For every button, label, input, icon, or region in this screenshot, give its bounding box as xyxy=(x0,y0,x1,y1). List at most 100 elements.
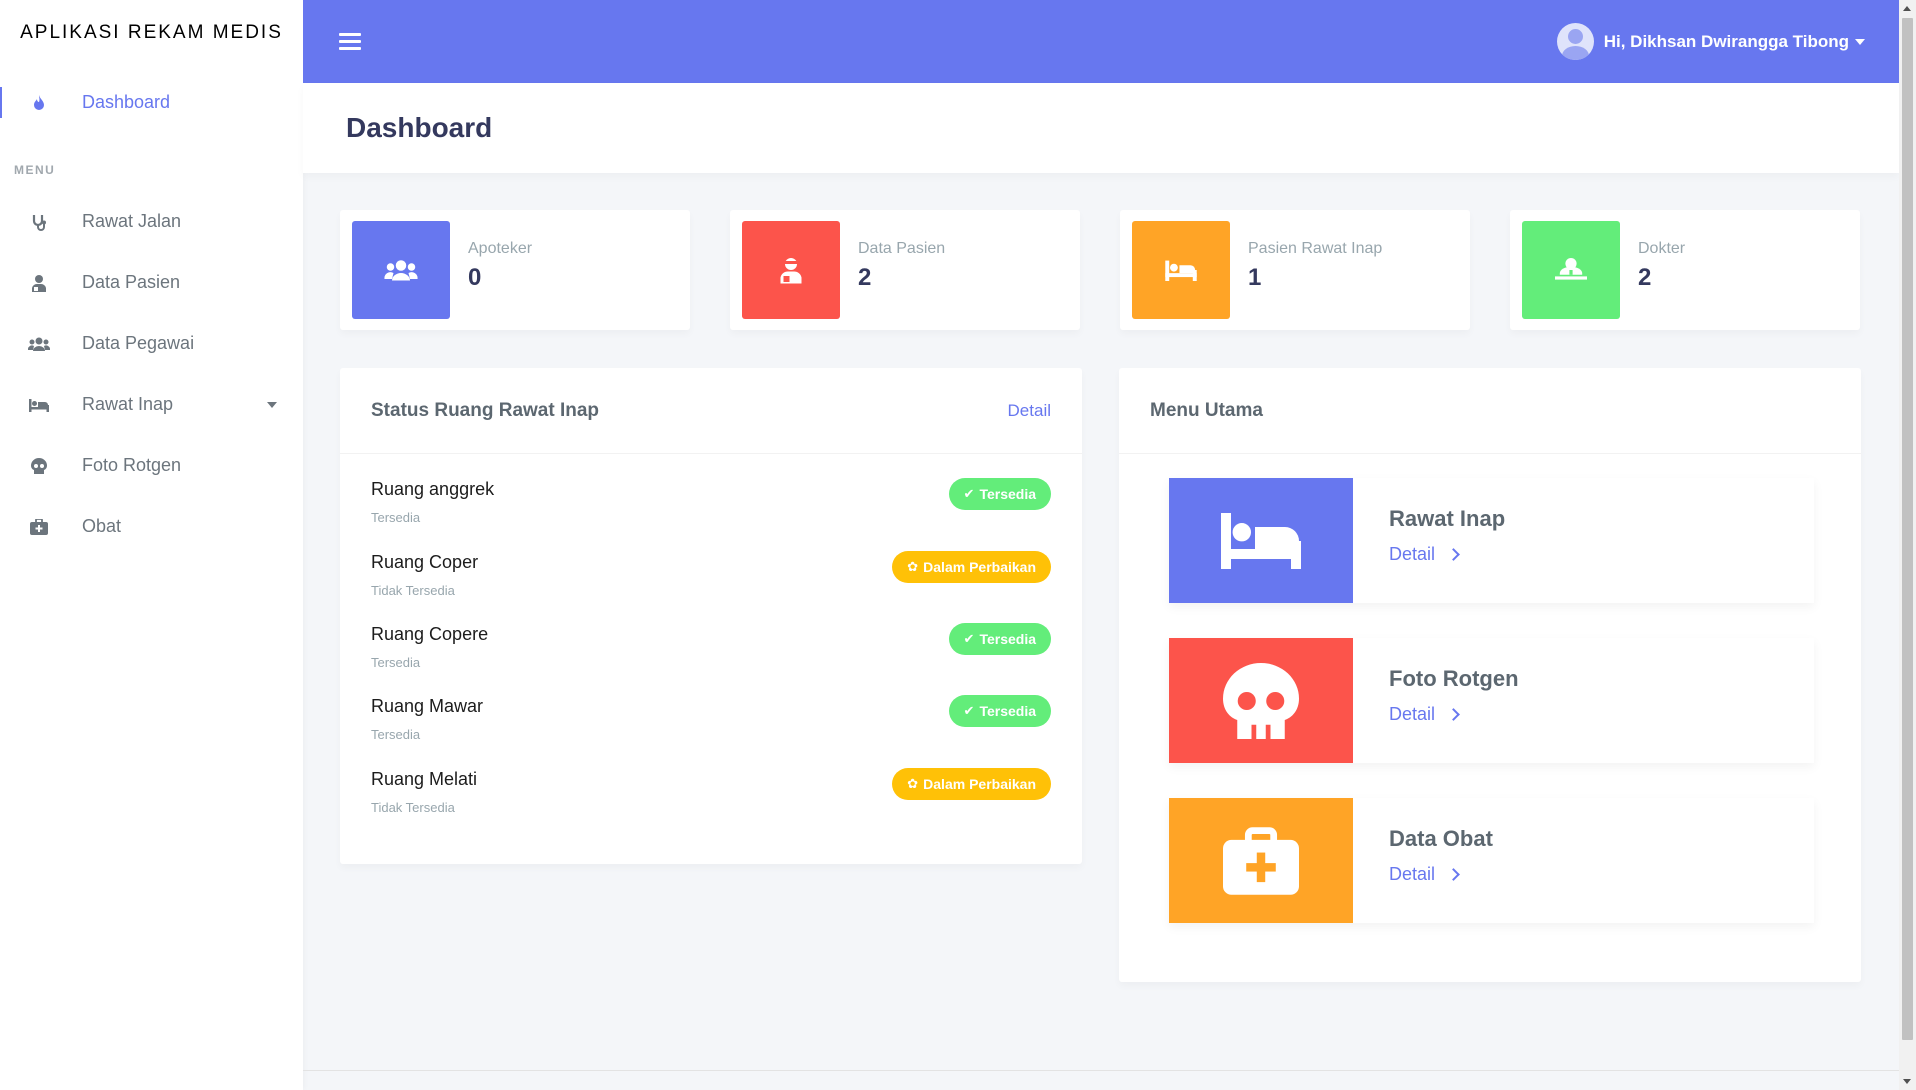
check-icon: ✔ xyxy=(963,486,975,501)
chevron-down-icon xyxy=(267,402,277,408)
gear-icon: ✿ xyxy=(907,776,919,791)
tile-detail-link[interactable]: Detail xyxy=(1389,864,1460,885)
page-title: Dashboard xyxy=(346,112,493,143)
status-badge: ✔ Tersedia xyxy=(948,695,1051,727)
stat-label: Pasien Rawat Inap xyxy=(1248,240,1383,257)
users-icon xyxy=(352,221,450,319)
stat-card-apoteker: Apoteker 0 xyxy=(340,210,690,330)
bed-icon xyxy=(1132,221,1230,319)
sidebar-item-label: Dashboard xyxy=(82,92,171,112)
status-badge: ✔ Tersedia xyxy=(948,478,1051,510)
caret-down-icon xyxy=(1855,38,1865,45)
bed-icon xyxy=(28,394,50,416)
sidebar-item-label: Data Pasien xyxy=(82,272,181,292)
sidebar-item-obat[interactable]: Obat xyxy=(0,496,303,557)
room-status-text: Tersedia xyxy=(371,655,421,670)
card-title: Menu Utama xyxy=(1150,399,1263,421)
scroll-up-icon[interactable] xyxy=(1903,6,1911,11)
sidebar-item-label: Data Pegawai xyxy=(82,333,195,353)
tile-title: Foto Rotgen xyxy=(1389,666,1519,691)
sidebar: APLIKASI REKAM MEDIS Dashboard MENU Rawa… xyxy=(0,0,303,1090)
user-injured-icon xyxy=(28,272,50,294)
sidebar-item-rawat-inap[interactable]: Rawat Inap xyxy=(0,374,303,435)
stat-value: 1 xyxy=(1248,264,1262,291)
section-header: Dashboard xyxy=(303,83,1899,173)
status-badge: ✿ Dalam Perbaikan xyxy=(892,551,1051,583)
tile-title: Data Obat xyxy=(1389,826,1493,851)
gear-icon: ✿ xyxy=(907,559,919,574)
stat-card-dokter: Dokter 2 xyxy=(1510,210,1860,330)
user-injured-icon xyxy=(742,221,840,319)
sidebar-item-label: Rawat Jalan xyxy=(82,211,182,231)
check-icon: ✔ xyxy=(963,631,975,646)
stat-value: 2 xyxy=(1638,264,1652,291)
brand-title[interactable]: APLIKASI REKAM MEDIS xyxy=(0,0,303,66)
room-name: Ruang anggrek xyxy=(371,479,495,499)
sidebar-item-data-pegawai[interactable]: Data Pegawai xyxy=(0,313,303,374)
main-menu-card: Menu Utama Rawat Inap Detail Foto Rotgen… xyxy=(1119,368,1861,982)
scrollbar-thumb[interactable] xyxy=(1902,18,1913,1040)
sidebar-item-dashboard[interactable]: Dashboard xyxy=(0,72,303,133)
user-dropdown[interactable]: Hi, Dikhsan Dwirangga Tibong xyxy=(1556,23,1865,60)
sidebar-item-label: Obat xyxy=(82,516,122,536)
menu-tile-foto-rotgen[interactable]: Foto Rotgen Detail xyxy=(1169,638,1814,763)
footer-divider xyxy=(303,1070,1899,1071)
room-status-text: Tidak Tersedia xyxy=(371,583,455,598)
tile-detail-link[interactable]: Detail xyxy=(1389,704,1460,725)
scroll-down-icon[interactable] xyxy=(1903,1079,1911,1084)
users-icon xyxy=(28,333,50,355)
card-header: Menu Utama xyxy=(1119,368,1861,454)
room-name: Ruang Mawar xyxy=(371,696,484,716)
top-navbar: Hi, Dikhsan Dwirangga Tibong xyxy=(303,0,1899,83)
skull-icon xyxy=(28,455,50,477)
stat-label: Apoteker xyxy=(468,240,533,257)
room-name: Ruang Copere xyxy=(371,624,489,644)
chevron-right-icon xyxy=(1447,708,1460,721)
room-name: Ruang Melati xyxy=(371,769,478,789)
medkit-icon xyxy=(28,516,50,538)
stat-card-data-pasien: Data Pasien 2 xyxy=(730,210,1080,330)
stat-label: Data Pasien xyxy=(858,240,946,257)
list-item: Ruang Copere Tersedia ✔ Tersedia xyxy=(371,623,1051,684)
user-md-icon xyxy=(1522,221,1620,319)
check-icon: ✔ xyxy=(963,703,975,718)
sidebar-item-foto-rotgen[interactable]: Foto Rotgen xyxy=(0,435,303,496)
tile-detail-link[interactable]: Detail xyxy=(1389,544,1460,565)
tile-title: Rawat Inap xyxy=(1389,506,1506,531)
card-title: Status Ruang Rawat Inap xyxy=(371,399,600,421)
chevron-right-icon xyxy=(1447,868,1460,881)
sidebar-item-label: Foto Rotgen xyxy=(82,455,182,475)
sidebar-item-label: Rawat Inap xyxy=(82,394,174,414)
status-badge: ✿ Dalam Perbaikan xyxy=(892,768,1051,800)
stat-label: Dokter xyxy=(1638,240,1686,257)
sidebar-item-rawat-jalan[interactable]: Rawat Jalan xyxy=(0,191,303,252)
stat-value: 0 xyxy=(468,264,482,291)
card-header: Status Ruang Rawat Inap Detail xyxy=(340,368,1082,454)
detail-link[interactable]: Detail xyxy=(1008,401,1051,421)
list-item: Ruang Coper Tidak Tersedia ✿ Dalam Perbai… xyxy=(371,551,1051,612)
list-item: Ruang Melati Tidak Tersedia ✿ Dalam Perba… xyxy=(371,768,1051,829)
list-item: Ruang Mawar Tersedia ✔ Tersedia xyxy=(371,695,1051,756)
bed-icon xyxy=(1169,478,1353,603)
sidebar-item-data-pasien[interactable]: Data Pasien xyxy=(0,252,303,313)
menu-tile-rawat-inap[interactable]: Rawat Inap Detail xyxy=(1169,478,1814,603)
fire-icon xyxy=(28,92,50,114)
medkit-icon xyxy=(1169,798,1353,923)
stat-value: 2 xyxy=(858,264,872,291)
room-status-text: Tersedia xyxy=(371,727,421,742)
room-status-card: Status Ruang Rawat Inap Detail Ruang ang… xyxy=(340,368,1082,864)
avatar xyxy=(1556,23,1594,60)
hamburger-menu-icon[interactable] xyxy=(339,33,361,50)
room-name: Ruang Coper xyxy=(371,552,479,572)
stat-card-pasien-rawat-inap: Pasien Rawat Inap 1 xyxy=(1120,210,1470,330)
status-badge: ✔ Tersedia xyxy=(948,623,1051,655)
menu-tile-data-obat[interactable]: Data Obat Detail xyxy=(1169,798,1814,923)
menu-header: MENU xyxy=(14,163,56,177)
scrollbar[interactable] xyxy=(1899,0,1916,1090)
list-item: Ruang anggrek Tersedia ✔ Tersedia xyxy=(371,478,1051,539)
skull-icon xyxy=(1169,638,1353,763)
room-status-text: Tersedia xyxy=(371,510,421,525)
stethoscope-icon xyxy=(28,211,50,233)
room-status-text: Tidak Tersedia xyxy=(371,800,455,815)
chevron-right-icon xyxy=(1447,548,1460,561)
